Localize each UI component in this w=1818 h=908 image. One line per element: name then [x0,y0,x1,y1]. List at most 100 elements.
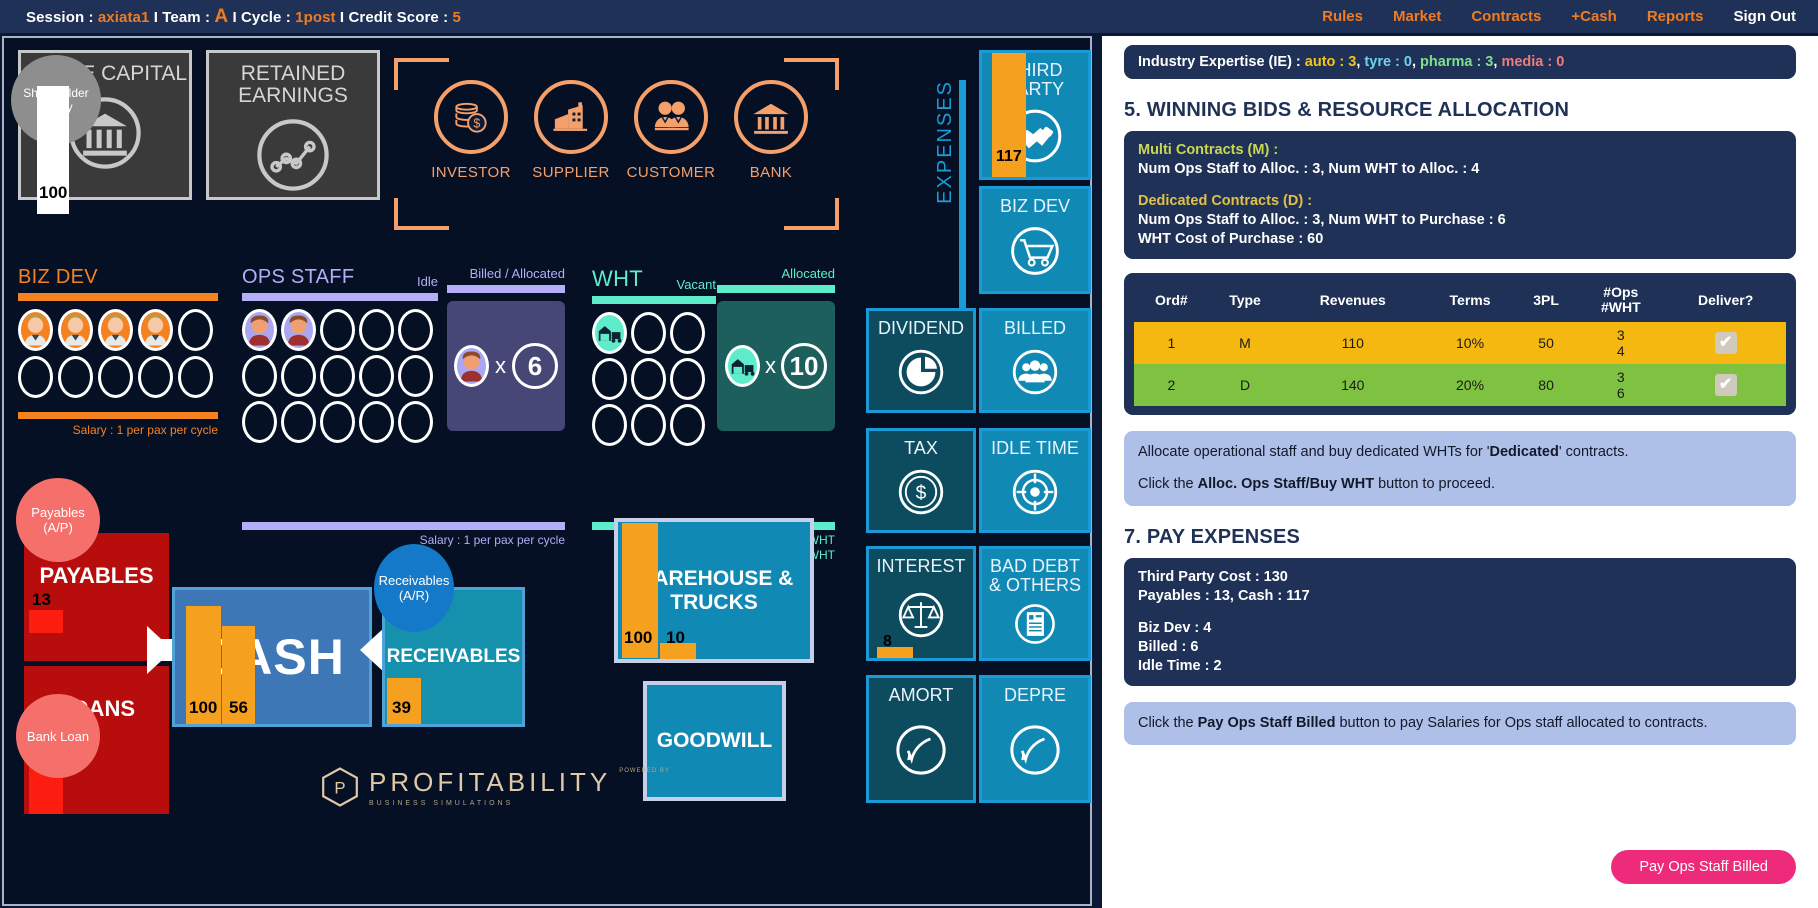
retained-earnings-card[interactable]: RETAINED EARNINGS [206,50,380,200]
wht-allocated-rule [717,285,835,293]
tile-bad-debt[interactable]: BAD DEBT & OTHERS [979,546,1091,661]
cell-deliver[interactable]: ✔ [1665,364,1786,406]
table-row[interactable]: 1 M 110 10% 50 3 4 ✔ [1134,322,1786,364]
ops-staff-slot[interactable] [320,309,355,351]
bizdev-slot[interactable] [138,356,173,398]
bizdev-slot[interactable] [98,309,133,351]
bizdev-slot[interactable] [58,356,93,398]
stakeholder-investor[interactable]: $ INVESTOR [431,80,510,181]
nav-market[interactable]: Market [1393,8,1441,25]
tile-amort[interactable]: AMORT [866,675,976,803]
hint-text-a: Allocate operational staff and buy dedic… [1138,444,1490,460]
nav-reports[interactable]: Reports [1647,8,1704,25]
table-row[interactable]: 2 D 140 20% 80 3 6 ✔ [1134,364,1786,406]
stakeholder-label: CUSTOMER [626,164,716,181]
wht-slot[interactable] [670,358,705,400]
ops-staff-slot[interactable] [320,401,355,443]
ops-staff-slot[interactable] [398,309,433,351]
tile-label: INTEREST [876,556,966,576]
logo-tagline: BUSINESS SIMULATIONS [369,800,514,807]
target-icon [1007,464,1063,525]
ie-tyre: tyre : 0 [1364,54,1412,70]
bizdev-slot[interactable] [18,309,53,351]
deliver-checkbox[interactable]: ✔ [1714,332,1737,354]
bizdev-slots [18,309,218,398]
wht-slot[interactable] [592,358,627,400]
inflow-arrow-tail [147,639,175,661]
wht-slot[interactable] [670,312,705,354]
bizdev-slot[interactable] [178,356,213,398]
pay-hint-b: Pay Ops Staff Billed [1197,715,1336,731]
deliver-checkbox[interactable]: ✔ [1714,374,1737,396]
ops-staff-slot[interactable] [359,401,394,443]
ops-staff-title: OPS STAFF [242,266,355,288]
billed-panel[interactable]: x 6 [447,301,565,431]
bizdev-slot[interactable] [58,309,93,351]
nav-rules[interactable]: Rules [1322,8,1363,25]
wht-allocated-panel[interactable]: x 10 [717,301,835,431]
cell-3pl: 80 [1515,364,1577,406]
stakeholder-bank[interactable]: BANK [732,80,810,181]
ops-staff-slot[interactable] [242,355,277,397]
ops-staff-slot[interactable] [320,355,355,397]
tile-label: BAD DEBT & OTHERS [988,556,1081,595]
logo-powered-by: POWERED BY [619,768,670,774]
hint-text-b: Dedicated [1489,444,1559,460]
bizdev-pool: BIZ DEV Salary : 1 per pax per cycle [18,266,218,437]
wht-rule [592,296,716,304]
team-label: I Team : [149,8,215,26]
ops-staff-slot[interactable] [359,309,394,351]
third-party-cost-line: Third Party Cost : 130 [1138,569,1288,585]
hint-text-f: button to proceed. [1374,476,1495,492]
profitability-logo: P PROFITABILITY BUSINESS SIMULATIONS POW… [319,766,670,808]
wht-allocated-sub: Allocated [781,266,835,281]
logo-name: PROFITABILITY [369,767,612,797]
wht-slot[interactable] [631,312,666,354]
session-label: Session : [26,8,98,26]
tile-interest[interactable]: INTEREST 8 [866,546,976,661]
wht-slot[interactable] [592,404,627,446]
expenses-rule [959,80,966,320]
ops-staff-slot[interactable] [281,355,316,397]
ops-staff-slot[interactable] [242,309,277,351]
cell-deliver[interactable]: ✔ [1665,322,1786,364]
tile-idle-time[interactable]: IDLE TIME [979,428,1091,533]
credit-score-label: I Credit Score : [335,8,453,26]
cell-3pl: 50 [1515,322,1577,364]
tile-dividend[interactable]: DIVIDEND [866,308,976,413]
bizdev-slot[interactable] [98,356,133,398]
wht-slot[interactable] [592,312,627,354]
ops-staff-slot[interactable] [242,401,277,443]
svg-text:$: $ [473,116,480,130]
ops-staff-slot[interactable] [359,355,394,397]
bizdev-slot[interactable] [18,356,53,398]
hint-text-e: Alloc. Ops Staff/Buy WHT [1197,476,1375,492]
stakeholder-customer[interactable]: CUSTOMER [627,80,715,181]
bizdev-footer-rule [18,412,218,419]
tile-third-party[interactable]: THIRD PARTY 117 [979,50,1091,180]
tile-depre[interactable]: DEPRE [979,675,1091,803]
tile-label: DEPRE [1003,685,1066,705]
nav-add-cash[interactable]: +Cash [1571,8,1616,25]
tile-billed[interactable]: BILLED [979,308,1091,413]
stakeholder-label: SUPPLIER [532,164,610,181]
bizdev-slot[interactable] [138,309,173,351]
ops-staff-slot[interactable] [281,401,316,443]
ops-staff-slot[interactable] [398,401,433,443]
stakeholder-supplier[interactable]: SUPPLIER [532,80,610,181]
tile-tax[interactable]: TAX $ [866,428,976,533]
col-type: Type [1229,291,1261,308]
tile-biz-dev[interactable]: BIZ DEV [979,186,1091,294]
ops-staff-slot[interactable] [398,355,433,397]
wht-slot[interactable] [631,404,666,446]
share-capital-card[interactable]: SHARE CAPITAL 100 Shareholder Equity [11,50,192,214]
ops-staff-slot[interactable] [281,309,316,351]
warehouse-bar-1-value: 100 [624,628,653,647]
bizdev-slot[interactable] [178,309,213,351]
nav-sign-out[interactable]: Sign Out [1734,8,1797,25]
nav-contracts[interactable]: Contracts [1471,8,1541,25]
ops-staff-footer-rule [242,522,565,530]
wht-slot[interactable] [670,404,705,446]
pay-ops-staff-billed-button[interactable]: Pay Ops Staff Billed [1611,850,1796,884]
wht-slot[interactable] [631,358,666,400]
